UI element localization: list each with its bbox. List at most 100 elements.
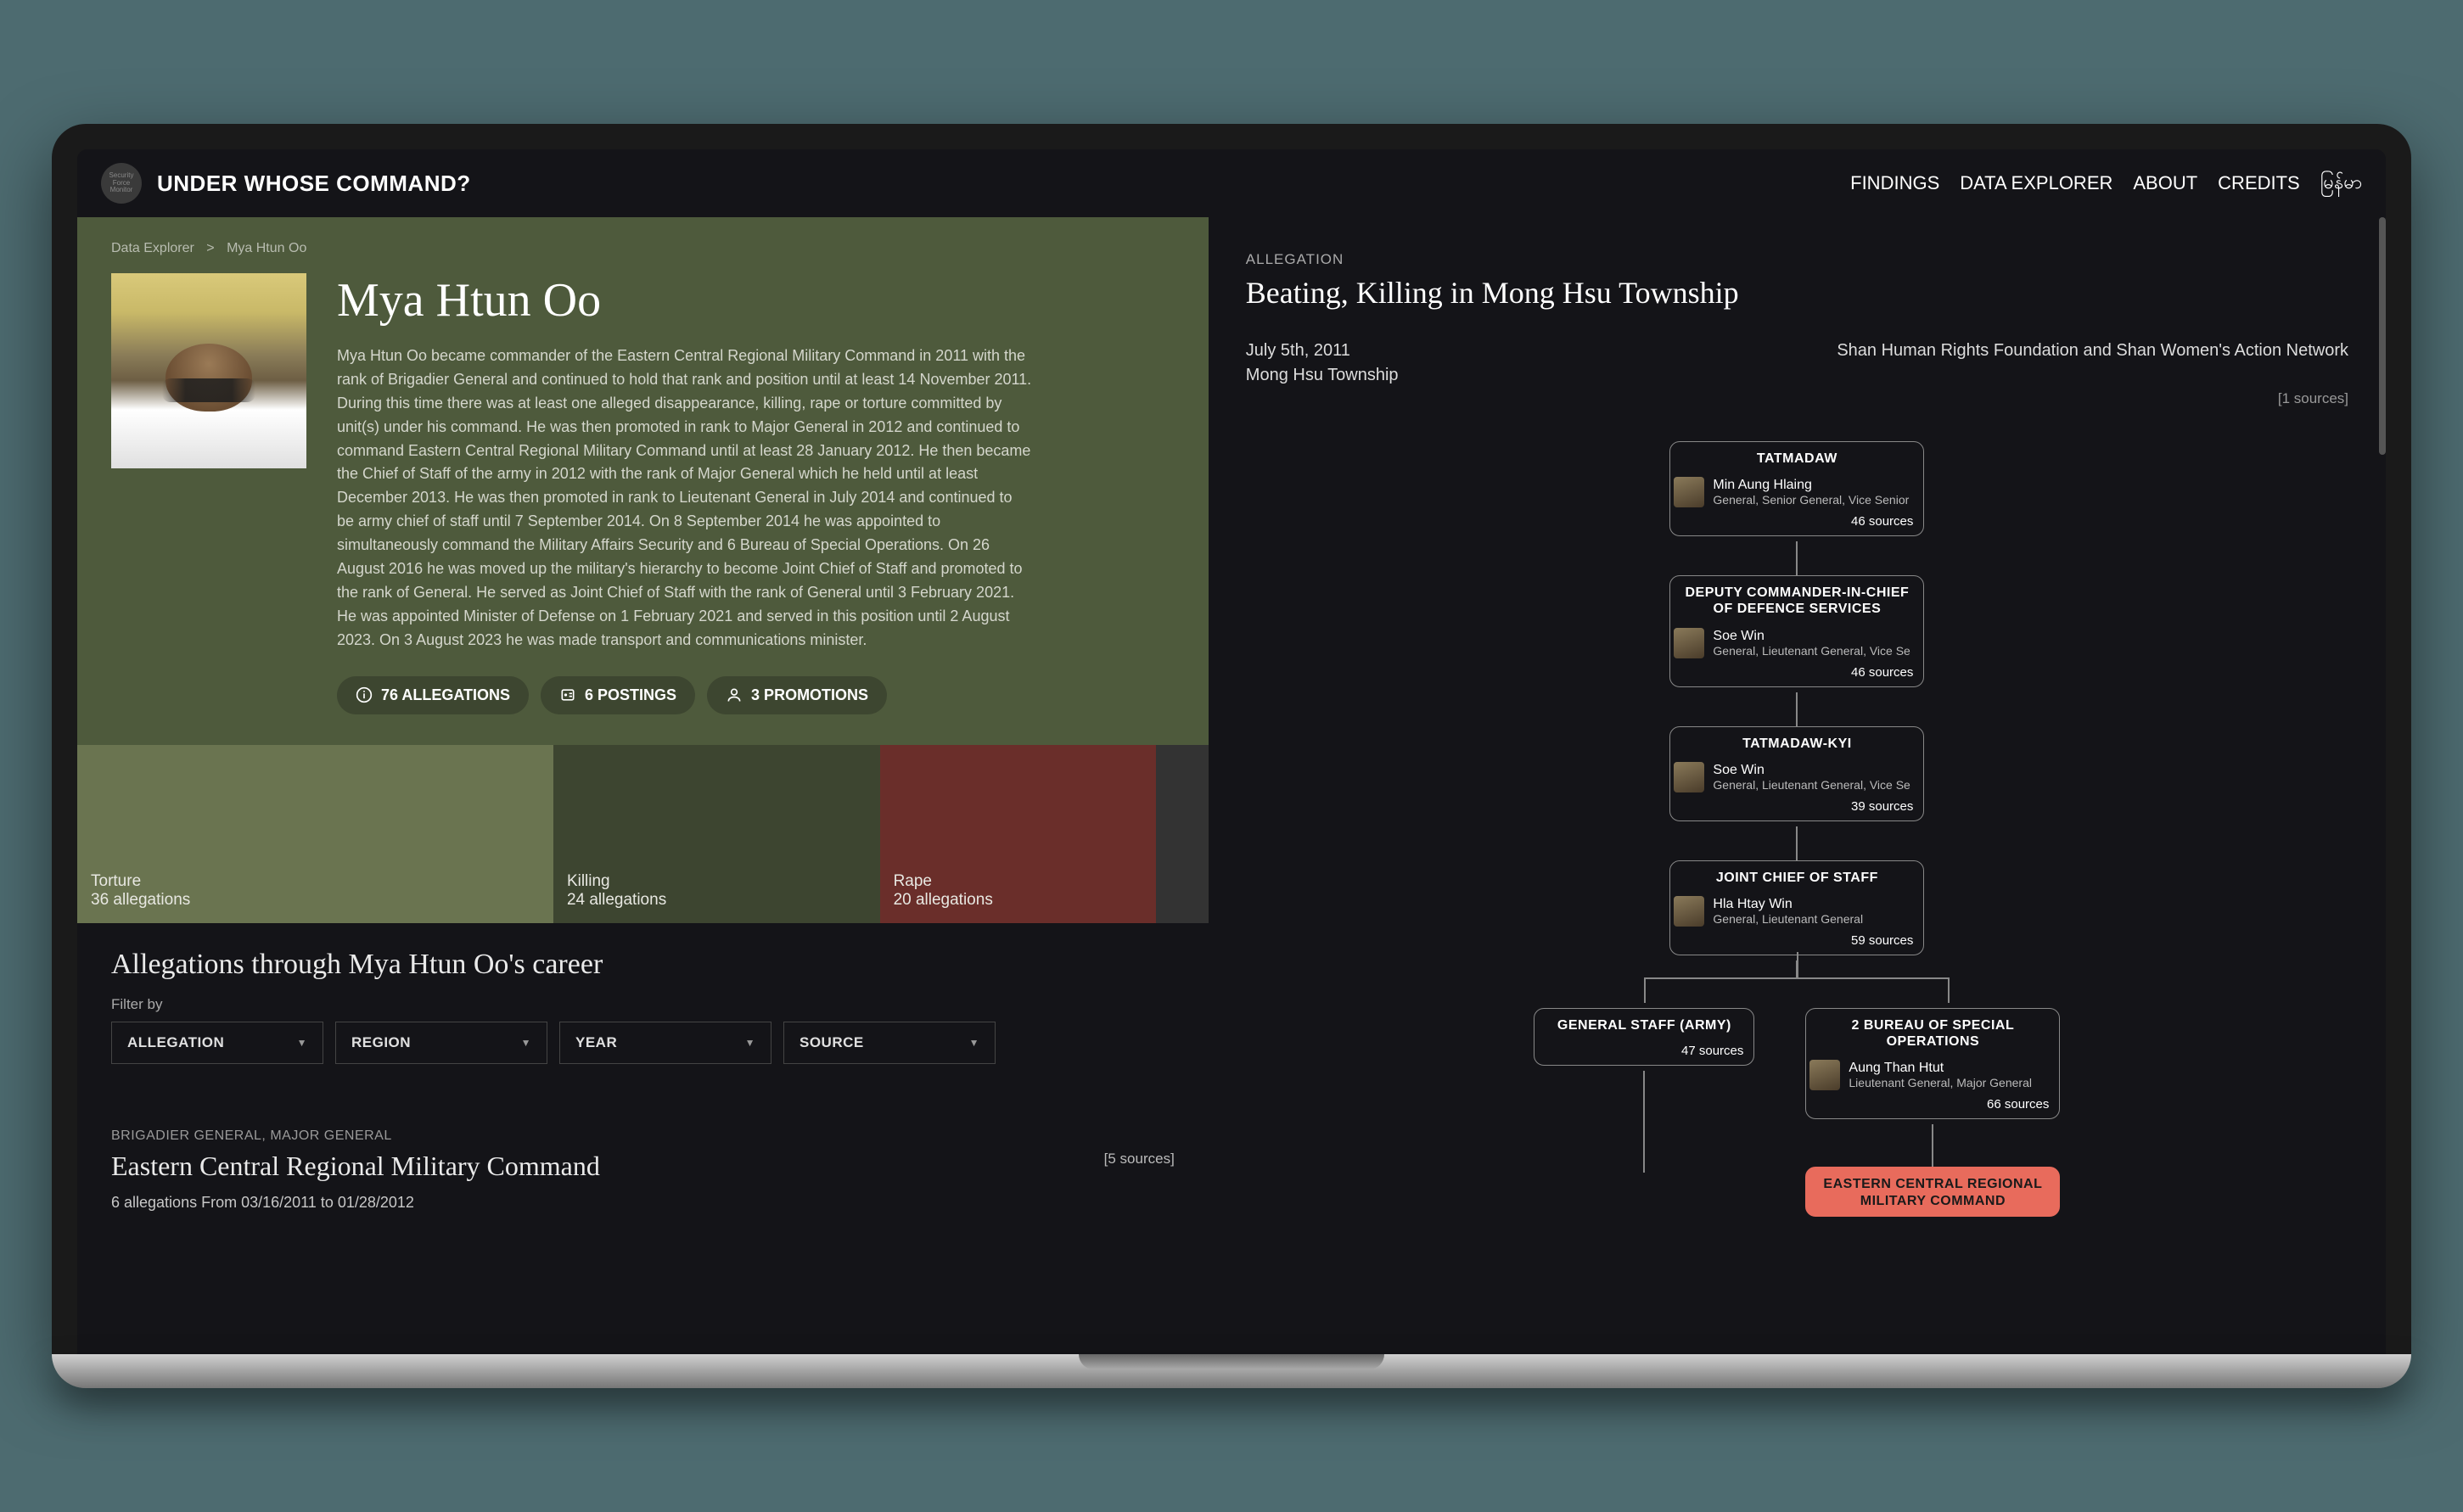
tree-connector bbox=[1932, 1124, 1933, 1167]
node-portrait bbox=[1674, 762, 1704, 792]
node-name: Soe Win bbox=[1713, 763, 1915, 778]
node-portrait bbox=[1674, 477, 1704, 507]
chip-postings[interactable]: 6 POSTINGS bbox=[541, 676, 695, 714]
group-rank: BRIGADIER GENERAL, MAJOR GENERAL bbox=[111, 1128, 1175, 1144]
node-sources: 46 sources bbox=[1670, 662, 1923, 686]
tile-rape-label: Rape bbox=[894, 872, 1143, 891]
node-rank: General, Lieutenant General, Vice Se bbox=[1713, 778, 1915, 792]
node-sources: 59 sources bbox=[1670, 930, 1923, 955]
laptop-notch bbox=[1079, 1354, 1384, 1369]
node-portrait bbox=[1674, 896, 1704, 927]
node-rank: General, Senior General, Vice Senior bbox=[1713, 493, 1915, 507]
tile-killing-count: 24 allegations bbox=[567, 891, 867, 910]
tile-other[interactable] bbox=[1156, 745, 1208, 923]
right-pane: ALLEGATION Beating, Killing in Mong Hsu … bbox=[1209, 217, 2386, 1354]
filter-region-label: REGION bbox=[351, 1034, 411, 1051]
node-sources: 39 sources bbox=[1670, 796, 1923, 820]
nav-about[interactable]: ABOUT bbox=[2133, 172, 2197, 194]
filter-source[interactable]: SOURCE ▼ bbox=[783, 1022, 996, 1064]
info-icon bbox=[356, 686, 373, 703]
career-heading: Allegations through Mya Htun Oo's career bbox=[111, 949, 1175, 981]
node-portrait bbox=[1674, 628, 1704, 658]
caret-down-icon: ▼ bbox=[969, 1037, 979, 1049]
profile-header: Data Explorer > Mya Htun Oo Mya Htun Oo … bbox=[77, 217, 1209, 745]
node-name: Min Aung Hlaing bbox=[1713, 478, 1915, 493]
filter-year[interactable]: YEAR ▼ bbox=[559, 1022, 771, 1064]
tile-torture-label: Torture bbox=[91, 872, 540, 891]
laptop-base bbox=[52, 1354, 2411, 1388]
allegation-date: July 5th, 2011 bbox=[1246, 341, 1350, 361]
tree-node[interactable]: TATMADAW-KYI Soe Win General, Lieutenant… bbox=[1669, 726, 1924, 821]
node-rank: Lieutenant General, Major General bbox=[1849, 1076, 2051, 1089]
allegation-title: Beating, Killing in Mong Hsu Township bbox=[1246, 275, 2348, 311]
topbar: Security Force Monitor UNDER WHOSE COMMA… bbox=[77, 149, 2386, 217]
filter-region[interactable]: REGION ▼ bbox=[335, 1022, 547, 1064]
node-name: Aung Than Htut bbox=[1849, 1061, 2051, 1076]
breadcrumb-root[interactable]: Data Explorer bbox=[111, 241, 194, 255]
profile-portrait bbox=[111, 273, 306, 468]
tile-rape-count: 20 allegations bbox=[894, 891, 1143, 910]
breadcrumb-sep: > bbox=[206, 241, 214, 255]
node-name: Hla Htay Win bbox=[1713, 897, 1915, 912]
tree-node-highlight[interactable]: EASTERN CENTRAL REGIONAL MILITARY COMMAN… bbox=[1805, 1167, 2060, 1216]
badge-icon bbox=[559, 686, 576, 703]
person-icon bbox=[726, 686, 743, 703]
tree-branch-connector bbox=[1644, 977, 1950, 1003]
node-rank: General, Lieutenant General, Vice Se bbox=[1713, 644, 1915, 658]
filter-allegation-label: ALLEGATION bbox=[127, 1034, 224, 1051]
tile-rape[interactable]: Rape 20 allegations bbox=[880, 745, 1157, 923]
nav-language[interactable]: မြန်မာ bbox=[2320, 170, 2362, 198]
group-sources[interactable]: [5 sources] bbox=[1104, 1151, 1175, 1168]
filter-year-label: YEAR bbox=[575, 1034, 617, 1051]
left-pane: Data Explorer > Mya Htun Oo Mya Htun Oo … bbox=[77, 217, 1209, 1354]
tile-killing[interactable]: Killing 24 allegations bbox=[553, 745, 880, 923]
tree-node[interactable]: JOINT CHIEF OF STAFF Hla Htay Win Genera… bbox=[1669, 860, 1924, 955]
tree-node[interactable]: TATMADAW Min Aung Hlaing General, Senior… bbox=[1669, 441, 1924, 536]
node-title: GENERAL STAFF (ARMY) bbox=[1534, 1009, 1753, 1040]
node-title: TATMADAW-KYI bbox=[1670, 727, 1923, 759]
node-sources: 66 sources bbox=[1806, 1094, 2059, 1118]
caret-down-icon: ▼ bbox=[745, 1037, 755, 1049]
node-title: 2 BUREAU OF SPECIAL OPERATIONS bbox=[1806, 1009, 2059, 1056]
chip-allegations-label: 76 ALLEGATIONS bbox=[381, 686, 510, 704]
nav-findings[interactable]: FINDINGS bbox=[1850, 172, 1939, 194]
tile-killing-label: Killing bbox=[567, 872, 867, 891]
tree-connector bbox=[1796, 692, 1798, 726]
allegation-location: Mong Hsu Township bbox=[1246, 366, 1399, 385]
node-sources: 46 sources bbox=[1670, 511, 1923, 535]
node-rank: General, Lieutenant General bbox=[1713, 912, 1915, 926]
brand-title: UNDER WHOSE COMMAND? bbox=[157, 171, 471, 197]
tile-torture[interactable]: Torture 36 allegations bbox=[77, 745, 553, 923]
group-sub: 6 allegations From 03/16/2011 to 01/28/2… bbox=[111, 1194, 1175, 1212]
caret-down-icon: ▼ bbox=[297, 1037, 307, 1049]
chip-allegations[interactable]: 76 ALLEGATIONS bbox=[337, 676, 529, 714]
breadcrumb: Data Explorer > Mya Htun Oo bbox=[111, 241, 1175, 256]
main-nav: FINDINGS DATA EXPLORER ABOUT CREDITS မြန… bbox=[1850, 170, 2362, 198]
allegation-tiles: Torture 36 allegations Killing 24 allega… bbox=[77, 745, 1209, 923]
filter-allegation[interactable]: ALLEGATION ▼ bbox=[111, 1022, 323, 1064]
tree-node[interactable]: DEPUTY COMMANDER-IN-CHIEF OF DEFENCE SER… bbox=[1669, 575, 1924, 686]
group-title: Eastern Central Regional Military Comman… bbox=[111, 1151, 600, 1182]
filter-label: Filter by bbox=[111, 996, 1175, 1013]
filter-source-label: SOURCE bbox=[799, 1034, 864, 1051]
command-tree: TATMADAW Min Aung Hlaing General, Senior… bbox=[1246, 441, 2348, 1222]
tree-node[interactable]: GENERAL STAFF (ARMY) 47 sources bbox=[1534, 1008, 1754, 1066]
node-title: JOINT CHIEF OF STAFF bbox=[1670, 861, 1923, 893]
chip-postings-label: 6 POSTINGS bbox=[585, 686, 676, 704]
tree-connector bbox=[1796, 541, 1798, 575]
node-name: Soe Win bbox=[1713, 629, 1915, 644]
tree-connector bbox=[1796, 826, 1798, 860]
profile-description: Mya Htun Oo became commander of the East… bbox=[337, 344, 1033, 652]
tree-node[interactable]: 2 BUREAU OF SPECIAL OPERATIONS Aung Than… bbox=[1805, 1008, 2060, 1119]
breadcrumb-current: Mya Htun Oo bbox=[227, 241, 306, 255]
node-title: TATMADAW bbox=[1670, 442, 1923, 473]
chip-promotions[interactable]: 3 PROMOTIONS bbox=[707, 676, 887, 714]
allegation-sources[interactable]: [1 sources] bbox=[1246, 390, 2348, 407]
node-title: EASTERN CENTRAL REGIONAL MILITARY COMMAN… bbox=[1806, 1168, 2059, 1215]
career-section: Allegations through Mya Htun Oo's career… bbox=[77, 923, 1209, 1089]
node-title: DEPUTY COMMANDER-IN-CHIEF OF DEFENCE SER… bbox=[1670, 576, 1923, 624]
node-portrait bbox=[1809, 1060, 1840, 1090]
nav-credits[interactable]: CREDITS bbox=[2218, 172, 2300, 194]
logo-badge: Security Force Monitor bbox=[101, 163, 142, 204]
nav-data-explorer[interactable]: DATA EXPLORER bbox=[1960, 172, 2112, 194]
